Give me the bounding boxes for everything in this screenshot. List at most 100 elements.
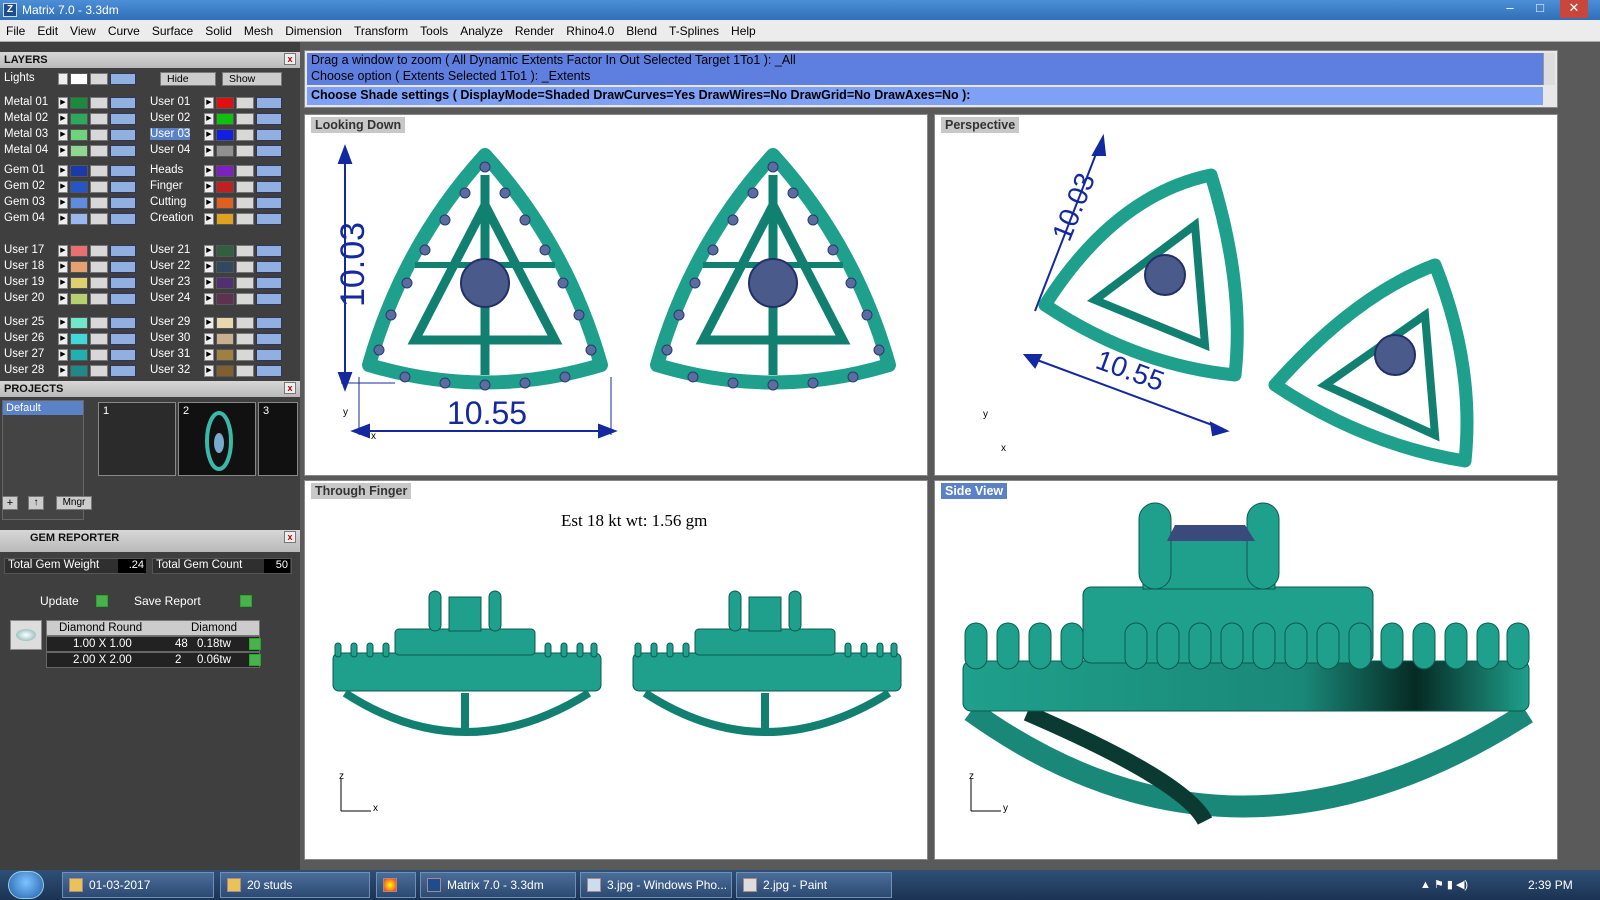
- manager-button[interactable]: Mngr: [56, 496, 92, 510]
- layer-expand-icon[interactable]: ▶: [58, 365, 68, 377]
- layer-row[interactable]: User 21 ▶: [146, 244, 294, 258]
- lock-icon[interactable]: [90, 317, 108, 329]
- layer-visibility-toggle[interactable]: [256, 333, 282, 345]
- layer-visibility-toggle[interactable]: [110, 197, 136, 209]
- select-gem-icon[interactable]: [249, 654, 261, 666]
- lock-icon[interactable]: [236, 97, 254, 109]
- close-icon[interactable]: x: [284, 531, 296, 543]
- layer-color-swatch[interactable]: [216, 97, 234, 109]
- taskbar-folder-date[interactable]: 01-03-2017: [62, 872, 214, 898]
- layer-visibility-toggle[interactable]: [256, 197, 282, 209]
- clock[interactable]: 2:39 PM: [1528, 878, 1573, 892]
- layer-visibility-toggle[interactable]: [256, 129, 282, 141]
- layer-row[interactable]: User 17 ▶: [0, 244, 148, 258]
- layer-expand-icon[interactable]: ▶: [58, 97, 68, 109]
- menu-tsplines[interactable]: T-Splines: [663, 20, 725, 38]
- gem-table-row[interactable]: 1.00 X 1.00 48 0.18tw: [46, 636, 261, 652]
- layer-expand-icon[interactable]: ▶: [204, 277, 214, 289]
- layer-expand-icon[interactable]: ▶: [58, 349, 68, 361]
- layer-expand-icon[interactable]: ▶: [58, 293, 68, 305]
- menu-curve[interactable]: Curve: [102, 20, 146, 38]
- tray-icons[interactable]: ▲ ⚑ ▮ ◀): [1420, 878, 1468, 891]
- layer-row[interactable]: Metal 01 ▶: [0, 96, 148, 110]
- layer-visibility-toggle[interactable]: [256, 277, 282, 289]
- menu-mesh[interactable]: Mesh: [238, 20, 279, 38]
- layer-lights[interactable]: Lights: [0, 72, 148, 86]
- layer-expand-icon[interactable]: ▶: [204, 97, 214, 109]
- menu-analyze[interactable]: Analyze: [454, 20, 509, 38]
- menu-view[interactable]: View: [64, 20, 102, 38]
- up-project-button[interactable]: ↑: [28, 496, 44, 510]
- taskbar-matrix[interactable]: Matrix 7.0 - 3.3dm: [420, 872, 576, 898]
- layer-visibility-toggle[interactable]: [110, 181, 136, 193]
- lock-icon[interactable]: [90, 145, 108, 157]
- layer-visibility-toggle[interactable]: [110, 213, 136, 225]
- layer-expand-icon[interactable]: ▶: [204, 293, 214, 305]
- save-arrow-icon[interactable]: [240, 595, 252, 607]
- lock-icon[interactable]: [90, 181, 108, 193]
- lock-icon[interactable]: [90, 277, 108, 289]
- update-arrow-icon[interactable]: [96, 595, 108, 607]
- menu-blend[interactable]: Blend: [620, 20, 663, 38]
- lock-icon[interactable]: [90, 333, 108, 345]
- menu-render[interactable]: Render: [509, 20, 560, 38]
- layer-color-swatch[interactable]: [216, 113, 234, 125]
- layer-color-swatch[interactable]: [70, 145, 88, 157]
- layer-expand-icon[interactable]: ▶: [204, 113, 214, 125]
- layer-row[interactable]: User 29 ▶: [146, 316, 294, 330]
- lock-icon[interactable]: [90, 213, 108, 225]
- layer-color-swatch[interactable]: [216, 293, 234, 305]
- lock-icon[interactable]: [90, 97, 108, 109]
- lock-icon[interactable]: [236, 277, 254, 289]
- layer-row[interactable]: User 30 ▶: [146, 332, 294, 346]
- close-button[interactable]: ✕: [1560, 0, 1588, 18]
- lock-icon[interactable]: [236, 317, 254, 329]
- layer-color-swatch[interactable]: [216, 333, 234, 345]
- lock-icon[interactable]: [90, 293, 108, 305]
- layer-row[interactable]: Cutting ▶: [146, 196, 294, 210]
- layer-row[interactable]: User 22 ▶: [146, 260, 294, 274]
- lock-icon[interactable]: [90, 165, 108, 177]
- maximize-button[interactable]: □: [1526, 0, 1554, 18]
- lock-icon[interactable]: [236, 261, 254, 273]
- layer-expand-icon[interactable]: ▶: [58, 317, 68, 329]
- lock-icon[interactable]: [236, 349, 254, 361]
- layer-row[interactable]: Gem 04 ▶: [0, 212, 148, 226]
- project-slot-2[interactable]: 2: [178, 402, 256, 476]
- layer-visibility-toggle[interactable]: [110, 97, 136, 109]
- lock-icon[interactable]: [236, 333, 254, 345]
- taskbar-folder-studs[interactable]: 20 studs: [220, 872, 370, 898]
- layer-row[interactable]: User 01 ▶: [146, 96, 294, 110]
- layer-color-swatch[interactable]: [70, 129, 88, 141]
- layer-visibility-toggle[interactable]: [256, 165, 282, 177]
- lock-icon[interactable]: [90, 365, 108, 377]
- layer-row[interactable]: User 27 ▶: [0, 348, 148, 362]
- layer-expand-icon[interactable]: ▶: [58, 181, 68, 193]
- layer-expand-icon[interactable]: ▶: [204, 365, 214, 377]
- layer-expand-icon[interactable]: ▶: [58, 277, 68, 289]
- layer-expand-icon[interactable]: ▶: [58, 165, 68, 177]
- layer-row[interactable]: Creation ▶: [146, 212, 294, 226]
- layer-color-swatch[interactable]: [216, 317, 234, 329]
- show-button[interactable]: Show: [222, 72, 282, 86]
- layer-visibility-toggle[interactable]: [256, 213, 282, 225]
- lock-icon[interactable]: [236, 197, 254, 209]
- lock-icon[interactable]: [236, 365, 254, 377]
- lock-icon[interactable]: [90, 261, 108, 273]
- layer-expand-icon[interactable]: ▶: [58, 145, 68, 157]
- layer-color-swatch[interactable]: [216, 349, 234, 361]
- layer-expand-icon[interactable]: ▶: [58, 261, 68, 273]
- menu-dimension[interactable]: Dimension: [279, 20, 348, 38]
- layer-row[interactable]: Gem 01 ▶: [0, 164, 148, 178]
- lock-icon[interactable]: [236, 245, 254, 257]
- layer-visibility-toggle[interactable]: [256, 365, 282, 377]
- layer-color-swatch[interactable]: [70, 261, 88, 273]
- lock-icon[interactable]: [90, 113, 108, 125]
- select-gem-icon[interactable]: [249, 638, 261, 650]
- layer-visibility-toggle[interactable]: [110, 145, 136, 157]
- layer-row[interactable]: User 31 ▶: [146, 348, 294, 362]
- project-slot-1[interactable]: 1: [98, 402, 176, 476]
- layer-color-swatch[interactable]: [70, 333, 88, 345]
- lock-icon[interactable]: [236, 113, 254, 125]
- layer-row[interactable]: User 20 ▶: [0, 292, 148, 306]
